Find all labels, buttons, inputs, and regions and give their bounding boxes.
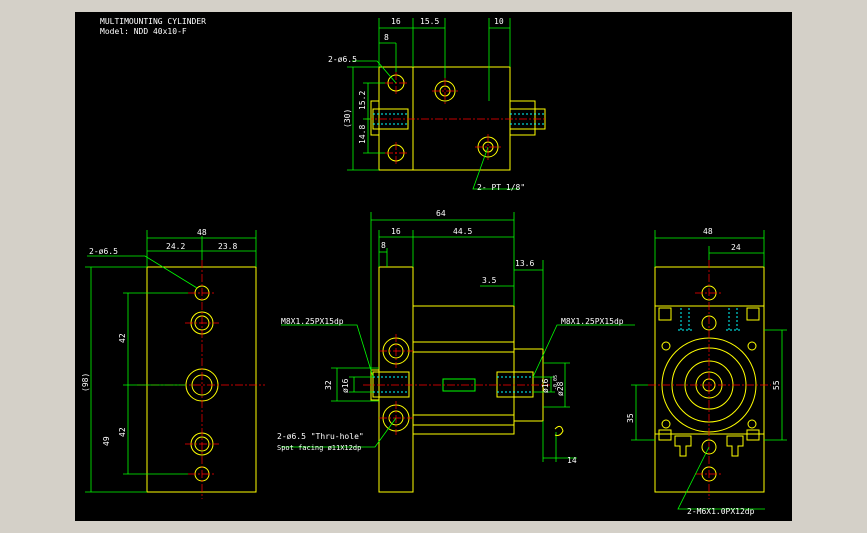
drawing-canvas: MULTIMOUNTING CYLINDER Model: NDD 40x10-… [81, 17, 787, 516]
dim-front-16a: ø16 [341, 378, 350, 393]
front-flange [378, 266, 414, 493]
top-view-rod-right [509, 100, 536, 136]
dim-end-24: 24 [731, 243, 741, 252]
callout-top-ports: 2- PT 1/8" [477, 183, 525, 192]
title-line-1: MULTIMOUNTING CYLINDER [100, 17, 206, 26]
dim-left-42b: 42 [118, 427, 127, 437]
cad-drawing: MULTIMOUNTING CYLINDER Model: NDD 40x10-… [75, 12, 792, 521]
callout-front-thread-left: M8X1.25PX15dp [281, 317, 344, 326]
front-view: 64 16 44.5 8 13.6 3.5 32 ø16 ø16 ø28 -0.… [277, 209, 635, 493]
dim-top-10: 10 [494, 17, 504, 26]
dim-front-8: 8 [381, 241, 386, 250]
dim-left-48: 48 [197, 228, 207, 237]
dim-top-8: 8 [384, 33, 389, 42]
callout-front-thru1: 2-ø6.5 "Thru-hole" [277, 432, 364, 441]
dim-front-13-6: 13.6 [515, 259, 534, 268]
dim-front-28-tol: -0.05 [553, 375, 559, 390]
top-view-body [378, 66, 511, 171]
dim-end-48: 48 [703, 227, 713, 236]
dim-front-14: 14 [567, 456, 577, 465]
callout-left-holes: 2-ø6.5 [89, 247, 118, 256]
dim-front-16: 16 [391, 227, 401, 236]
dim-left-98: (98) [81, 373, 90, 392]
callout-front-thread-right: M8X1.25PX15dp [561, 317, 624, 326]
left-view-body [146, 266, 257, 493]
dim-end-55: 55 [772, 380, 781, 390]
dim-top-16: 16 [391, 17, 401, 26]
top-view-rod-left [370, 100, 380, 136]
left-view: 48 24.2 23.8 (98) 42 42 49 2-ø6.5 [81, 228, 265, 499]
end-tslot-right [726, 435, 744, 457]
dim-top-14-8: 14.8 [358, 125, 367, 144]
dim-front-16b: ø16 [541, 378, 550, 393]
dim-left-49: 49 [102, 436, 111, 446]
dim-front-3-5: 3.5 [482, 276, 497, 285]
callout-top-holes: 2-ø6.5 [328, 55, 357, 64]
dim-left-23-8: 23.8 [218, 242, 237, 251]
title-block: MULTIMOUNTING CYLINDER Model: NDD 40x10-… [100, 17, 206, 36]
dim-front-32: 32 [324, 380, 333, 390]
dim-left-24-2: 24.2 [166, 242, 185, 251]
end-view: 48 24 55 35 2-M6X1.0PX12dp [626, 227, 787, 516]
dim-left-42a: 42 [118, 333, 127, 343]
dim-front-64: 64 [436, 209, 446, 218]
callout-end-thread: 2-M6X1.0PX12dp [687, 507, 755, 516]
title-line-2: Model: NDD 40x10-F [100, 27, 187, 36]
dim-top-30: (30) [343, 109, 352, 128]
dim-top-15-5: 15.5 [420, 17, 439, 26]
dim-top-15-2: 15.2 [358, 91, 367, 110]
dim-end-35: 35 [626, 413, 635, 423]
dim-front-44-5: 44.5 [453, 227, 472, 236]
end-tslot-left [674, 435, 692, 457]
top-view: 16 15.5 10 8 (30) 15.2 14.8 2-ø6.5 2- PT… [328, 17, 546, 192]
callout-front-thru2: Spot facing ø11X12dp [277, 444, 361, 452]
